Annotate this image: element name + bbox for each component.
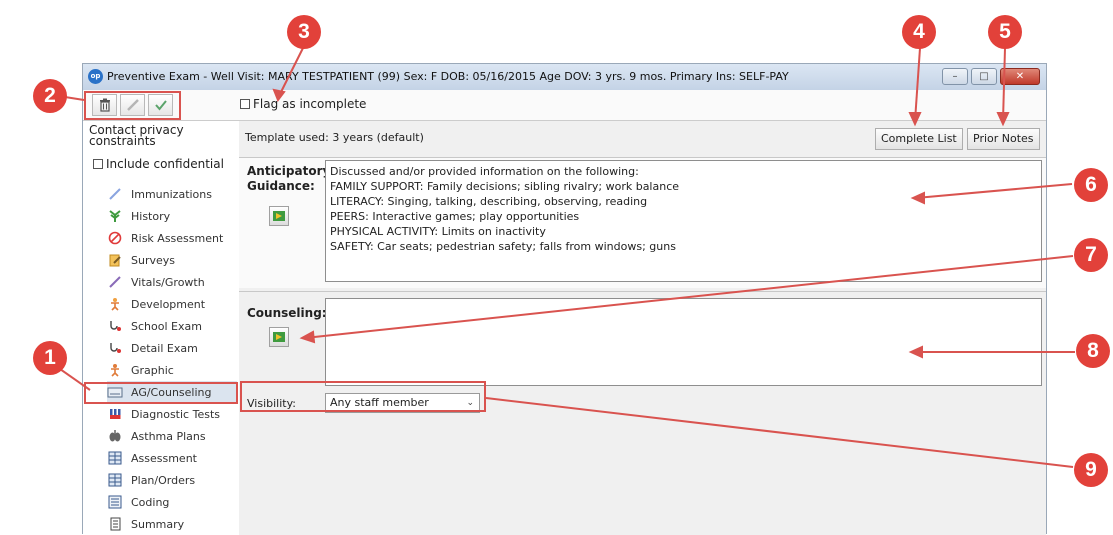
callout-3-arrowhead bbox=[272, 88, 286, 103]
callout-arrows bbox=[49, 47, 1075, 468]
callout-badge-2: 2 bbox=[33, 79, 67, 113]
callout-7-arrowhead bbox=[299, 330, 316, 344]
callout-2-arrow bbox=[64, 96, 85, 101]
callout-4-arrowhead bbox=[908, 112, 922, 127]
callout-badge-8: 8 bbox=[1076, 334, 1110, 368]
callout-badge-6: 6 bbox=[1074, 168, 1108, 202]
callout-6-arrow bbox=[915, 183, 1073, 199]
callout-9-arrow bbox=[485, 397, 1074, 468]
callout-6-arrowhead bbox=[910, 191, 925, 205]
callout-4-arrow bbox=[914, 47, 921, 122]
callout-5-arrowhead bbox=[996, 112, 1010, 127]
callout-3-arrow bbox=[277, 47, 304, 99]
callout-5-arrow bbox=[1002, 47, 1006, 122]
callout-badge-9: 9 bbox=[1074, 453, 1108, 487]
callout-badge-3: 3 bbox=[287, 15, 321, 49]
callout-badge-7: 7 bbox=[1074, 238, 1108, 272]
callout-8-arrowhead bbox=[908, 345, 923, 359]
callout-7-arrow bbox=[304, 255, 1074, 339]
callout-badge-1: 1 bbox=[33, 341, 67, 375]
callout-badge-4: 4 bbox=[902, 15, 936, 49]
callout-badge-5: 5 bbox=[988, 15, 1022, 49]
